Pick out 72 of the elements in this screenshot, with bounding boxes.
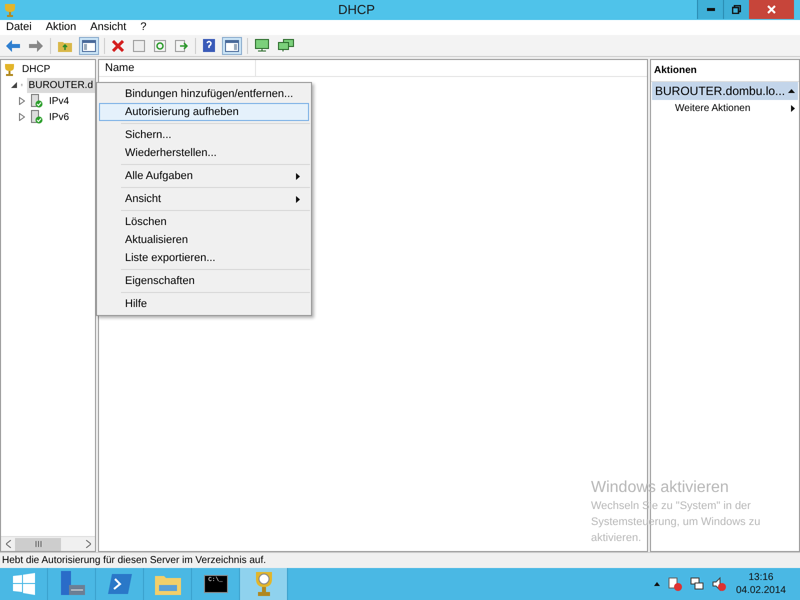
clock-time: 13:16 [748,571,774,584]
menu-item[interactable]: Aktualisieren [99,231,309,249]
menu-item[interactable]: Alle Aufgaben [99,167,309,185]
clock[interactable]: 13:16 04.02.2014 [736,571,786,597]
taskbar-button[interactable] [240,568,288,600]
close-icon [767,5,776,14]
minimize-button[interactable] [697,0,723,19]
monitors-icon [278,39,294,52]
show-hidden-icons-icon[interactable] [654,582,660,586]
refresh-icon [154,40,166,52]
submenu-arrow-icon [296,172,300,180]
horizontal-scrollbar[interactable] [1,536,95,551]
menu-item[interactable]: Sichern... [99,126,309,144]
pane-icon [225,40,239,52]
collapsed-caret-icon[interactable] [19,97,27,105]
submenu-arrow-icon [791,105,795,112]
folder-icon [58,40,72,52]
tree-item[interactable]: BUROUTER.d [26,78,95,92]
action-section-header[interactable]: BUROUTER.dombu.lo... [652,82,798,100]
flag-error-icon[interactable] [668,577,682,591]
tree-item[interactable]: IPv6 [47,110,72,124]
menu-item[interactable]: Wiederherstellen... [99,144,309,162]
tree-item[interactable]: IPv4 [47,94,72,108]
speaker-error-icon[interactable] [712,577,726,591]
toolbar-button[interactable] [222,36,242,54]
menu-item[interactable]: Löschen [99,213,309,231]
server-check-icon [31,94,43,108]
menu-item[interactable]: Hilfe [99,295,309,313]
powershell-icon [108,574,132,594]
clock-date: 04.02.2014 [736,584,786,597]
forward-arrow-icon [29,40,43,52]
status-text: Hebt die Autorisierung für diesen Server im Verzeichnis auf. [2,554,266,568]
action-section-title: BUROUTER.dombu.lo... [655,83,786,100]
menu-item[interactable]: Eigenschaften [99,272,309,290]
properties-icon [133,40,145,52]
folder-icon [154,573,180,595]
menu-item[interactable]: Datei [6,19,32,36]
menu-item[interactable]: Ansicht [99,190,309,208]
pane-icon [82,40,96,52]
menu-item[interactable]: Autorisierung aufheben [99,103,309,121]
toolbar-button[interactable] [79,36,99,54]
toolbar-button[interactable] [253,36,271,54]
back-arrow-icon [6,40,20,52]
toolbar-button[interactable] [201,36,217,54]
close-button[interactable] [749,0,794,19]
server-check-icon [31,110,43,124]
menu-item[interactable]: Bindungen hinzufügen/entfernen... [99,85,309,103]
network-icon[interactable] [690,577,704,591]
menu-item[interactable]: ? [140,19,146,36]
trophy-icon [3,62,16,76]
restore-button[interactable] [723,0,749,19]
tree-item[interactable]: DHCP [20,62,52,76]
submenu-arrow-icon [296,196,300,202]
collapse-caret-icon [788,89,795,93]
monitor-icon [255,39,269,52]
menu-item[interactable]: Ansicht [90,19,126,36]
expanded-caret-icon[interactable] [11,82,17,88]
server-manager-icon [58,571,84,597]
window-title: DHCP [338,1,375,20]
minimize-icon [706,8,714,11]
trophy-icon [4,3,16,17]
menu-item[interactable]: Aktion [46,19,76,36]
grip-icon [34,541,42,547]
export-icon [175,40,188,52]
action-item[interactable]: Weitere Aktionen [651,100,799,117]
collapsed-caret-icon[interactable] [19,113,27,121]
help-icon [203,39,215,52]
column-header[interactable]: Name [99,60,256,76]
delete-icon [112,40,124,52]
windows-logo-icon [12,573,34,595]
restore-icon [732,5,741,14]
menu-item[interactable]: Liste exportieren... [99,249,309,267]
